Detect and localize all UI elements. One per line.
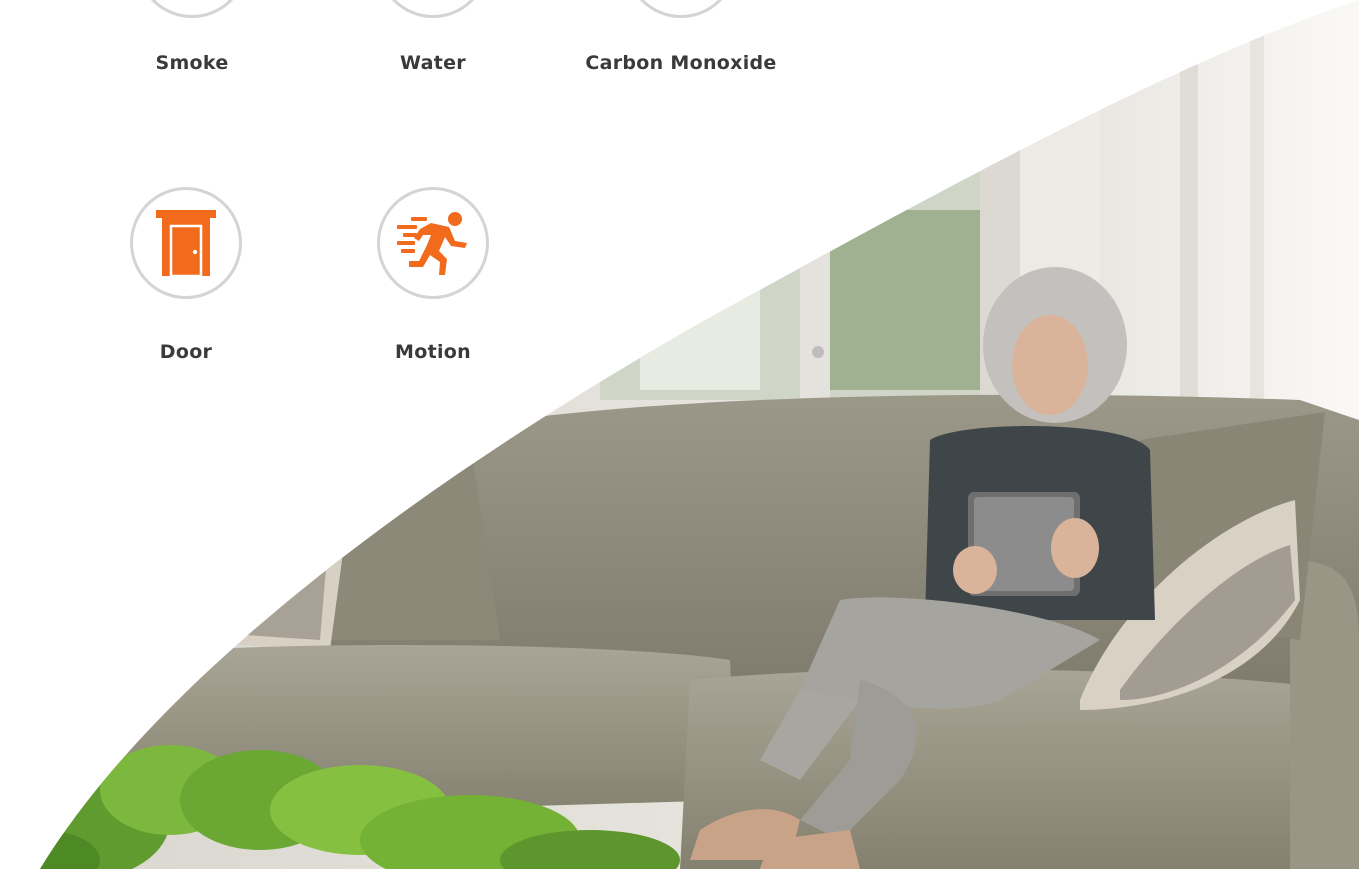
motion-icon: [377, 187, 489, 299]
door-icon-glyph: [156, 210, 216, 276]
sensor-water-label: Water: [400, 52, 466, 74]
sensor-smoke-label: Smoke: [155, 52, 229, 74]
door-icon: [130, 187, 242, 299]
page: Smoke Water Carbon Monoxide Door Motion: [0, 0, 1359, 869]
sensor-motion-label: Motion: [395, 341, 471, 363]
sensor-door-label: Door: [159, 341, 213, 363]
sensor-carbon-monoxide-label: Carbon Monoxide: [585, 52, 777, 74]
hero-photo: [0, 0, 1359, 869]
running-person-icon: [397, 212, 467, 275]
